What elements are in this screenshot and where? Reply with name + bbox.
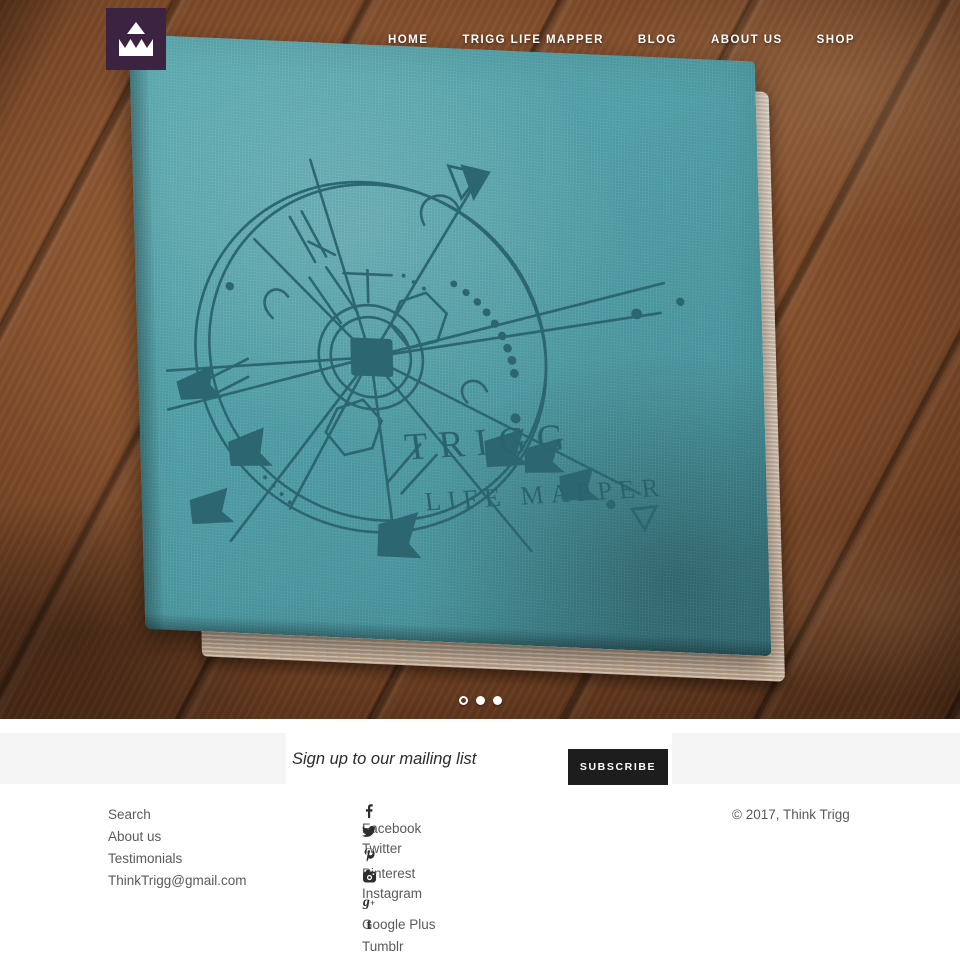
social-label-google-plus: Google Plus (362, 917, 436, 932)
social-link-facebook[interactable]: Facebook (362, 804, 436, 836)
newsletter-signup (0, 719, 960, 798)
crown-icon (119, 39, 153, 56)
book-cover: TRIGG LIFE MAPPER (128, 34, 772, 657)
carousel-dot-2[interactable] (475, 696, 485, 705)
book-cover-title: TRIGG LIFE MAPPER (402, 416, 668, 517)
nav-shop[interactable]: SHOP (800, 30, 872, 50)
nav-home[interactable]: HOME (371, 30, 445, 50)
carousel-dot-1[interactable] (458, 696, 468, 705)
subscribe-button[interactable]: SUBSCRIBE (568, 749, 668, 785)
book-subtitle-text: LIFE MAPPER (423, 473, 668, 517)
nav-about-us[interactable]: ABOUT US (694, 30, 800, 50)
instagram-icon (362, 870, 376, 883)
footer-link-testimonials[interactable]: Testimonials (108, 848, 247, 870)
site-footer: Search About us Testimonials ThinkTrigg@… (0, 798, 960, 975)
facebook-icon (362, 804, 376, 818)
book-title-text: TRIGG (402, 416, 577, 468)
footer-link-email[interactable]: ThinkTrigg@gmail.com (108, 870, 247, 892)
twitter-icon (362, 826, 376, 838)
carousel-dots (0, 696, 960, 705)
notebook-product-image: TRIGG LIFE MAPPER (128, 34, 798, 713)
nav-trigg-life-mapper[interactable]: TRIGG LIFE MAPPER (445, 30, 621, 50)
footer-links-column: Search About us Testimonials ThinkTrigg@… (108, 804, 247, 892)
site-header: HOME TRIGG LIFE MAPPER BLOG ABOUT US SHO… (0, 0, 960, 78)
main-navigation: HOME TRIGG LIFE MAPPER BLOG ABOUT US SHO… (371, 30, 872, 50)
copyright-text: © 2017, Think Trigg (732, 807, 850, 822)
footer-link-search[interactable]: Search (108, 804, 247, 826)
nav-blog[interactable]: BLOG (621, 30, 694, 50)
google-plus-icon: g + (362, 895, 376, 910)
hero-slideshow[interactable]: TRIGG LIFE MAPPER HOME TRIGG LIFE MAPPER… (0, 0, 960, 719)
triangle-icon (127, 22, 145, 34)
newsletter-email-input[interactable] (292, 739, 564, 779)
social-label-tumblr: Tumblr (362, 939, 404, 954)
footer-link-about-us[interactable]: About us (108, 826, 247, 848)
footer-copyright-column: © 2017, Think Trigg (732, 804, 850, 826)
footer-social-column: Facebook Twitter Pinterest Instagram g + … (362, 804, 436, 954)
carousel-dot-3[interactable] (492, 696, 502, 705)
trigg-logo[interactable] (106, 8, 166, 70)
pinterest-icon (362, 848, 376, 863)
